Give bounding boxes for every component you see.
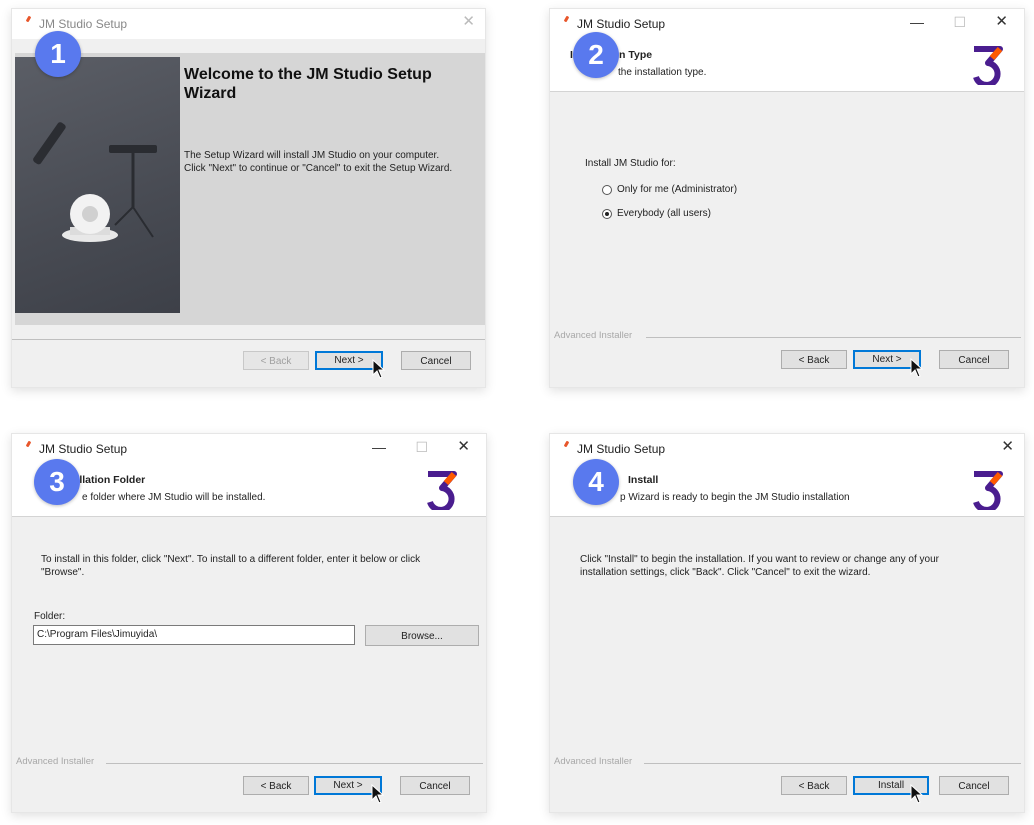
header-subtitle: the installation type.	[618, 67, 707, 78]
welcome-text-line1: The Setup Wizard will install JM Studio …	[184, 150, 440, 161]
header-subtitle: p Wizard is ready to begin the JM Studio…	[620, 492, 850, 503]
minimize-icon[interactable]: —	[910, 13, 924, 31]
window-title: JM Studio Setup	[577, 17, 666, 31]
title-bar[interactable]: JM Studio Setup — ☐ ✕	[550, 9, 1024, 39]
advanced-installer-label: Advanced Installer	[554, 756, 633, 767]
step-badge-3: 3	[34, 459, 80, 505]
footer-separator	[646, 337, 1021, 338]
back-button[interactable]: < Back	[243, 776, 309, 795]
ready-text-line1: Click "Install" to begin the installatio…	[580, 554, 939, 565]
step-badge-2: 2	[573, 32, 619, 78]
cancel-button[interactable]: Cancel	[939, 776, 1009, 795]
option-label: Only for me (Administrator)	[617, 184, 738, 195]
brand-logo-icon	[973, 46, 1003, 85]
title-bar[interactable]: JM Studio Setup — ☐ ✕	[12, 434, 486, 464]
folder-path-input[interactable]: C:\Program Files\Jimuyida\	[33, 625, 355, 645]
window-title: JM Studio Setup	[577, 442, 666, 456]
advanced-installer-label: Advanced Installer	[554, 330, 633, 341]
header-subtitle: e folder where JM Studio will be install…	[82, 492, 266, 503]
window-title: JM Studio Setup	[39, 442, 128, 456]
mouse-cursor-icon	[910, 358, 924, 378]
footer-separator	[12, 339, 485, 340]
cancel-button[interactable]: Cancel	[400, 776, 470, 795]
cancel-button[interactable]: Cancel	[401, 351, 471, 370]
close-icon[interactable]: ✕	[1001, 438, 1014, 456]
install-for-label: Install JM Studio for:	[585, 158, 676, 169]
page-header: Installation Type the installation type.	[550, 39, 1024, 92]
footer-separator	[106, 763, 483, 764]
browse-button[interactable]: Browse...	[365, 625, 479, 646]
step-badge-1: 1	[35, 31, 81, 77]
folder-label: Folder:	[34, 611, 66, 622]
page-header: Install p Wizard is ready to begin the J…	[550, 464, 1024, 517]
radio-only-for-me[interactable]	[602, 185, 612, 195]
welcome-panel: Welcome to the JM Studio Setup Wizard Th…	[15, 53, 485, 325]
brand-logo-icon	[973, 471, 1003, 510]
advanced-installer-label: Advanced Installer	[16, 756, 95, 767]
welcome-heading: Welcome to the JM Studio Setup Wizard	[184, 66, 432, 102]
back-button[interactable]: < Back	[781, 350, 847, 369]
step-badge-4: 4	[573, 459, 619, 505]
minimize-icon[interactable]: —	[372, 438, 386, 456]
header-title: Install	[628, 474, 659, 486]
back-button[interactable]: < Back	[243, 351, 309, 370]
welcome-banner-image	[15, 57, 180, 313]
setup-window-installation-folder: JM Studio Setup — ☐ ✕ tallation Folder e…	[11, 433, 487, 813]
window-title: JM Studio Setup	[39, 17, 128, 31]
welcome-text-line2: Click "Next" to continue or "Cancel" to …	[184, 163, 453, 174]
radio-everybody[interactable]	[602, 209, 612, 219]
app-logo-icon	[25, 15, 32, 23]
close-icon[interactable]: ✕	[995, 13, 1008, 31]
maximize-icon: ☐	[415, 439, 428, 455]
radio-selected-dot	[605, 212, 609, 216]
close-icon[interactable]: ✕	[462, 13, 475, 31]
app-logo-icon	[563, 440, 570, 448]
title-bar[interactable]: JM Studio Setup ✕	[550, 434, 1024, 464]
maximize-icon: ☐	[953, 14, 966, 30]
setup-window-ready-to-install: JM Studio Setup ✕ Install p Wizard is re…	[549, 433, 1025, 813]
back-button[interactable]: < Back	[781, 776, 847, 795]
instructions-line1: To install in this folder, click "Next".…	[41, 554, 421, 565]
mouse-cursor-icon	[910, 784, 924, 804]
cancel-button[interactable]: Cancel	[939, 350, 1009, 369]
app-logo-icon	[563, 15, 570, 23]
footer-separator	[644, 763, 1021, 764]
header-title: tallation Folder	[70, 474, 146, 486]
option-label: Everybody (all users)	[617, 208, 711, 219]
title-bar[interactable]: JM Studio Setup ✕	[12, 9, 485, 39]
close-icon[interactable]: ✕	[457, 438, 470, 456]
mouse-cursor-icon	[372, 359, 386, 379]
app-logo-icon	[25, 440, 32, 448]
mouse-cursor-icon	[371, 784, 385, 804]
instructions-line2: "Browse".	[41, 567, 85, 578]
page-header: tallation Folder e folder where JM Studi…	[12, 464, 486, 517]
setup-window-welcome: JM Studio Setup ✕ Welcome to the JM Stud…	[11, 8, 486, 388]
ready-text-line2: installation settings, click "Back". Cli…	[580, 567, 871, 578]
brand-logo-icon	[427, 471, 457, 510]
setup-window-installation-type: JM Studio Setup — ☐ ✕ Installation Type …	[549, 8, 1025, 388]
